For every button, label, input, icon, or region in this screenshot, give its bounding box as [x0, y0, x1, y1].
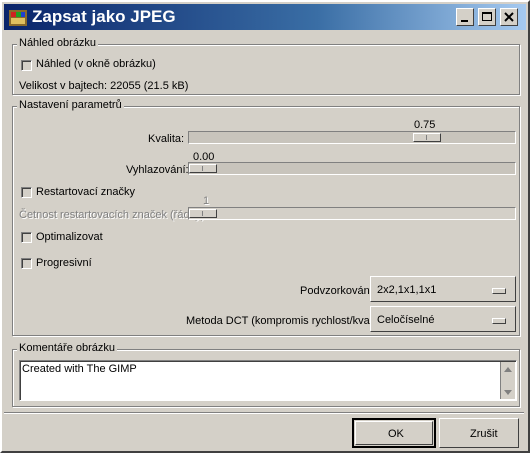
quality-slider[interactable] — [188, 131, 516, 144]
ok-button[interactable]: OK — [352, 418, 436, 448]
dropdown-indicator-icon — [492, 318, 506, 324]
restart-markers-label: Restartovací značky — [36, 186, 136, 198]
params-group-title: Nastavení parametrů — [17, 99, 124, 111]
smoothing-slider-thumb[interactable] — [189, 164, 217, 173]
preview-checkbox[interactable] — [21, 60, 32, 71]
dct-method-value: Celočíselné — [377, 314, 435, 326]
scroll-up-icon[interactable] — [502, 365, 514, 373]
close-button[interactable] — [500, 8, 518, 26]
optimize-checkbox[interactable] — [21, 232, 32, 243]
minimize-icon — [461, 20, 468, 22]
dct-method-label: Metoda DCT (kompromis rychlost/kvalita): — [186, 315, 391, 327]
restart-frequency-label: Četnost restartovacích značek (řádky): — [19, 209, 208, 221]
subsampling-value: 2x2,1x1,1x1 — [377, 284, 437, 296]
restart-markers-checkbox[interactable] — [21, 187, 32, 198]
quality-slider-thumb[interactable] — [413, 133, 441, 142]
cancel-button-label: Zrušit — [470, 428, 498, 440]
restart-frequency-slider-thumb[interactable] — [189, 209, 217, 218]
comment-text: Created with The GIMP — [22, 363, 137, 375]
preview-group-title: Náhled obrázku — [17, 37, 99, 49]
comment-scrollbar[interactable] — [500, 362, 515, 399]
jpeg-save-dialog: Zapsat jako JPEG Náhled obrázku Náhled (… — [0, 0, 530, 453]
progressive-checkbox[interactable] — [21, 258, 32, 269]
scroll-down-icon[interactable] — [502, 389, 514, 397]
window-title: Zapsat jako JPEG — [32, 7, 176, 26]
gimp-icon — [9, 10, 27, 26]
restart-frequency-slider[interactable] — [188, 207, 516, 220]
optimize-label: Optimalizovat — [36, 231, 103, 243]
quality-value: 0.75 — [414, 119, 436, 131]
cancel-button[interactable]: Zrušit — [439, 418, 519, 448]
title-bar[interactable]: Zapsat jako JPEG — [4, 4, 526, 30]
dropdown-indicator-icon — [492, 288, 506, 294]
smoothing-slider[interactable] — [188, 162, 516, 175]
minimize-button[interactable] — [456, 8, 474, 26]
progressive-label: Progresivní — [36, 257, 92, 269]
comment-textarea[interactable]: Created with The GIMP — [19, 360, 517, 401]
restart-frequency-value: 1 — [203, 195, 210, 207]
quality-label: Kvalita: — [148, 133, 185, 145]
preview-checkbox-label: Náhled (v okně obrázku) — [36, 58, 156, 70]
maximize-button[interactable] — [478, 8, 496, 26]
ok-button-label: OK — [388, 428, 404, 440]
footer-separator — [4, 412, 524, 414]
file-size-label: Velikost v bajtech: 22055 (21.5 kB) — [19, 80, 189, 92]
smoothing-label: Vyhlazování: — [126, 164, 189, 176]
dct-method-select[interactable]: Celočíselné — [370, 306, 516, 332]
close-icon — [504, 12, 514, 22]
subsampling-select[interactable]: 2x2,1x1,1x1 — [370, 276, 516, 302]
comments-group-title: Komentáře obrázku — [17, 342, 117, 354]
subsampling-label: Podvzorkování: — [300, 285, 376, 297]
maximize-icon — [482, 12, 492, 21]
